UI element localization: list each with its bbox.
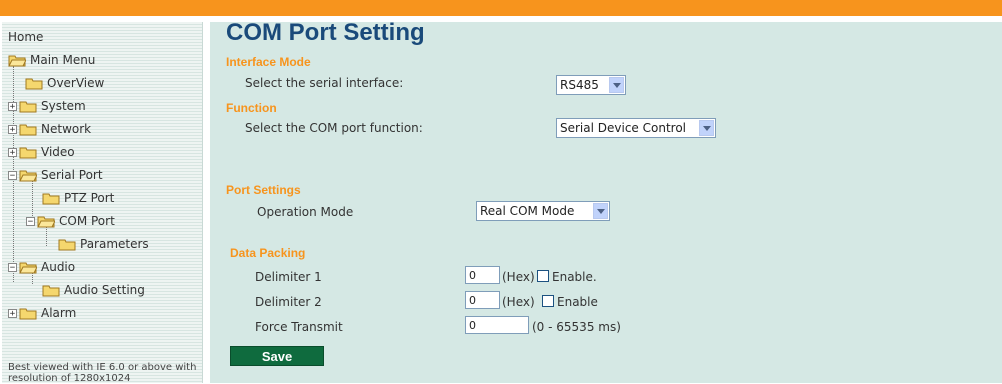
chevron-down-icon[interactable] [609,77,624,93]
sidebar-item-audio[interactable]: − Audio [8,258,75,276]
delimiter-2-unit: (Hex) [502,295,535,309]
folder-icon [25,77,43,90]
folder-icon [42,192,60,205]
folder-icon [58,238,76,251]
function-heading: Function [226,101,277,115]
expand-icon[interactable]: + [8,101,17,111]
sidebar-item-serial-port[interactable]: − Serial Port [8,166,103,184]
sidebar-item-system[interactable]: + System [8,97,86,115]
open-folder-icon [19,261,37,274]
expand-icon[interactable]: + [8,308,17,318]
home-link[interactable]: Home [8,28,43,46]
sidebar-item-ptz-port[interactable]: PTZ Port [42,189,114,207]
serial-interface-select[interactable]: RS485 [556,75,626,95]
collapse-icon[interactable]: − [8,170,17,180]
sidebar-item-parameters[interactable]: Parameters [58,235,149,253]
top-banner [0,0,1002,16]
operation-mode-select[interactable]: Real COM Mode [476,201,610,221]
folder-icon [19,146,37,159]
collapse-icon[interactable]: − [8,262,17,272]
sidebar-item-network[interactable]: + Network [8,120,91,138]
chevron-down-icon[interactable] [593,203,608,219]
force-transmit-unit: (0 - 65535 ms) [532,320,621,334]
home-label: Home [8,30,44,44]
collapse-icon[interactable]: − [26,216,35,226]
delimiter-2-enable-checkbox[interactable] [542,295,554,307]
expand-icon[interactable]: + [8,124,17,134]
sidebar-item-audio-setting[interactable]: Audio Setting [42,281,145,299]
sidebar-item-overview[interactable]: OverView [25,74,104,92]
interface-mode-heading: Interface Mode [226,55,311,69]
serial-interface-label: Select the serial interface: [245,76,404,90]
folder-icon [42,284,60,297]
open-folder-icon [19,169,37,182]
delimiter-1-label: Delimiter 1 [255,270,322,284]
page-title: COM Port Setting [226,19,425,46]
expand-icon[interactable]: + [8,147,17,157]
operation-mode-label: Operation Mode [257,205,354,219]
port-settings-heading: Port Settings [226,183,301,197]
sidebar-item-alarm[interactable]: + Alarm [8,304,76,322]
delimiter-2-label: Delimiter 2 [255,295,322,309]
open-folder-icon [8,54,26,67]
folder-icon [19,123,37,136]
chevron-down-icon[interactable] [699,120,714,136]
force-transmit-input[interactable]: 0 [465,316,529,334]
sidebar-item-com-port[interactable]: − COM Port [26,212,115,230]
folder-icon [19,100,37,113]
open-folder-icon [37,215,55,228]
delimiter-2-input[interactable]: 0 [465,291,500,309]
sidebar-item-video[interactable]: + Video [8,143,75,161]
save-button[interactable]: Save [230,346,324,366]
force-transmit-label: Force Transmit [255,320,343,334]
delimiter-1-enable-checkbox[interactable] [537,270,549,282]
delimiter-1-input[interactable]: 0 [465,266,500,284]
data-packing-heading: Data Packing [230,246,306,260]
sidebar-item-main-menu[interactable]: Main Menu [8,51,95,69]
com-port-function-select[interactable]: Serial Device Control [556,118,716,138]
delimiter-1-enable-label: Enable. [552,270,597,284]
browser-note: Best viewed with IE 6.0 or above with re… [8,362,197,384]
delimiter-2-enable-label: Enable [557,295,598,309]
com-port-function-label: Select the COM port function: [245,121,423,135]
delimiter-1-unit: (Hex) [502,270,535,284]
folder-icon [19,307,37,320]
sidebar: Home Main Menu OverView + System + Netwo… [2,22,203,384]
